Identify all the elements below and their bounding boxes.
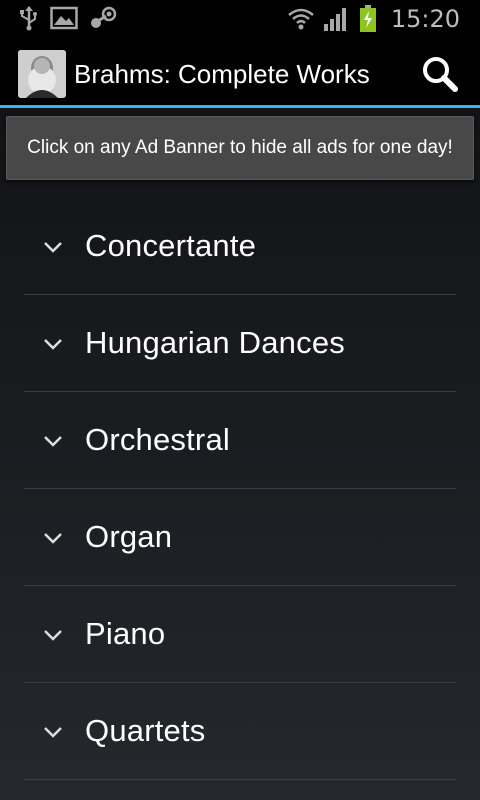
chevron-down-icon: [44, 242, 62, 253]
category-item-organ[interactable]: Organ: [24, 489, 456, 586]
brahms-portrait-icon[interactable]: [18, 50, 66, 98]
search-icon: [423, 57, 458, 92]
clock: 15:20: [390, 5, 460, 33]
category-label: Quartets: [85, 713, 206, 748]
chevron-down-icon: [44, 533, 62, 544]
category-item-piano[interactable]: Piano: [24, 586, 456, 683]
app-title: Brahms: Complete Works: [74, 59, 370, 89]
chevron-down-icon: [44, 339, 62, 350]
category-list: Concertante Hungarian Dances Orchestral …: [24, 198, 456, 780]
chevron-down-icon: [44, 727, 62, 738]
category-label: Organ: [85, 519, 173, 554]
category-item-concertante[interactable]: Concertante: [24, 198, 456, 295]
category-item-orchestral[interactable]: Orchestral: [24, 392, 456, 489]
search-button[interactable]: [418, 52, 462, 96]
notification-icons: [18, 5, 118, 31]
chevron-down-icon: [44, 436, 62, 447]
wifi-icon: [287, 6, 315, 32]
category-label: Piano: [85, 616, 166, 651]
usb-icon: [18, 5, 40, 31]
image-icon: [50, 6, 78, 30]
category-label: Orchestral: [85, 422, 230, 457]
signal-icon: [323, 6, 351, 32]
category-item-hungarian-dances[interactable]: Hungarian Dances: [24, 295, 456, 392]
category-item-quartets[interactable]: Quartets: [24, 683, 456, 780]
action-bar: Brahms: Complete Works: [0, 38, 480, 108]
ad-banner[interactable]: Click on any Ad Banner to hide all ads f…: [6, 116, 474, 180]
battery-charging-icon: [359, 5, 377, 33]
ad-banner-text: Click on any Ad Banner to hide all ads f…: [27, 137, 453, 158]
system-icons: 15:20: [287, 4, 460, 34]
category-label: Hungarian Dances: [85, 325, 345, 360]
status-bar: 15:20: [0, 0, 480, 38]
app-screen: 15:20 Brahms: Complete Works Click on an…: [0, 0, 480, 800]
chevron-down-icon: [44, 630, 62, 641]
category-label: Concertante: [85, 228, 257, 263]
steam-icon: [88, 5, 118, 31]
